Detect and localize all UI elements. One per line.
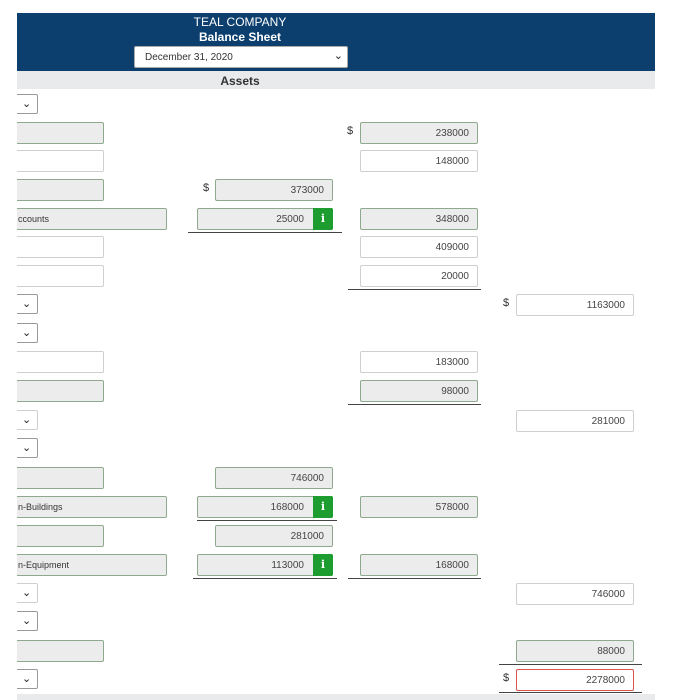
amount-input[interactable]: 168000 i (197, 496, 333, 518)
total-assets-input[interactable]: 2278000 (516, 669, 634, 691)
dollar-sign: $ (347, 125, 354, 137)
account-type-select[interactable]: ⌄ (17, 294, 38, 314)
date-select-value: December 31, 2020 (145, 52, 233, 63)
chevron-down-icon: ⌄ (22, 98, 32, 110)
chevron-down-icon: ⌄ (22, 615, 32, 627)
account-name-input[interactable]: n-Buildings (17, 496, 167, 518)
amount-input[interactable]: 281000 (516, 410, 634, 432)
underline-rule (193, 578, 337, 579)
amount-input[interactable]: 238000 (360, 122, 478, 144)
amount-input[interactable]: 25000 i (197, 208, 333, 230)
dollar-sign: $ (503, 672, 510, 684)
account-type-select[interactable]: ⌄ (17, 323, 38, 343)
assets-section-bar: Assets (17, 71, 655, 89)
account-name-input[interactable] (17, 380, 104, 402)
chevron-down-icon: ⌄ (22, 587, 32, 599)
underline-rule (348, 578, 481, 579)
account-name-input[interactable]: ccounts (17, 208, 167, 230)
underline-rule (348, 289, 481, 290)
bottom-bar (17, 694, 655, 700)
dollar-sign: $ (203, 182, 210, 194)
amount-input[interactable]: 20000 (360, 265, 478, 287)
assets-section-title: Assets (220, 74, 260, 88)
amount-input[interactable]: 746000 (215, 467, 333, 489)
amount-input[interactable]: 578000 (360, 496, 478, 518)
statement-header: TEAL COMPANY Balance Sheet December 31, … (17, 13, 655, 71)
underline-rule (348, 404, 481, 405)
underline-rule (499, 664, 642, 665)
amount-input[interactable]: 1163000 (516, 294, 634, 316)
amount-input[interactable]: 168000 (360, 554, 478, 576)
amount-input[interactable]: 183000 (360, 351, 478, 373)
account-name-input[interactable] (17, 150, 104, 172)
chevron-down-icon: ⌄ (22, 298, 32, 310)
chevron-down-icon: ⌄ (22, 442, 32, 454)
account-type-select[interactable]: ⌄ (17, 669, 38, 689)
chevron-down-icon: ⌄ (22, 414, 32, 426)
account-name-input[interactable] (17, 236, 104, 258)
amount-input[interactable]: 98000 (360, 380, 478, 402)
underline-rule (188, 232, 342, 233)
chevron-down-icon: ⌄ (22, 327, 32, 339)
info-icon[interactable]: i (313, 554, 333, 576)
amount-input[interactable]: 281000 (215, 525, 333, 547)
info-icon[interactable]: i (313, 496, 333, 518)
chevron-down-icon: ⌄ (333, 50, 343, 62)
account-name-input[interactable] (17, 351, 104, 373)
account-name-input[interactable] (17, 179, 104, 201)
statement-title: Balance Sheet (198, 30, 282, 44)
account-type-select[interactable]: ⌄ (17, 410, 38, 430)
account-type-select[interactable]: ⌄ (17, 438, 38, 458)
dollar-sign: $ (503, 297, 510, 309)
amount-input[interactable]: 409000 (360, 236, 478, 258)
account-type-select[interactable]: ⌄ (17, 94, 38, 114)
account-name-input[interactable] (17, 525, 104, 547)
date-select[interactable]: December 31, 2020 ⌄ (134, 46, 348, 68)
amount-input[interactable]: 348000 (360, 208, 478, 230)
double-underline-rule (499, 692, 642, 693)
company-name: TEAL COMPANY (193, 15, 287, 29)
account-type-select[interactable]: ⌄ (17, 611, 38, 631)
amount-input[interactable]: 113000 i (197, 554, 333, 576)
account-name-input[interactable]: n-Equipment (17, 554, 167, 576)
account-name-input[interactable] (17, 265, 104, 287)
account-name-input[interactable] (17, 122, 104, 144)
underline-rule (197, 520, 337, 521)
chevron-down-icon: ⌄ (22, 673, 32, 685)
account-name-input[interactable] (17, 640, 104, 662)
amount-input[interactable]: 373000 (215, 179, 333, 201)
amount-input[interactable]: 148000 (360, 150, 478, 172)
info-icon[interactable]: i (313, 208, 333, 230)
account-type-select[interactable]: ⌄ (17, 583, 38, 603)
amount-input[interactable]: 88000 (516, 640, 634, 662)
account-name-input[interactable] (17, 467, 104, 489)
amount-input[interactable]: 746000 (516, 583, 634, 605)
